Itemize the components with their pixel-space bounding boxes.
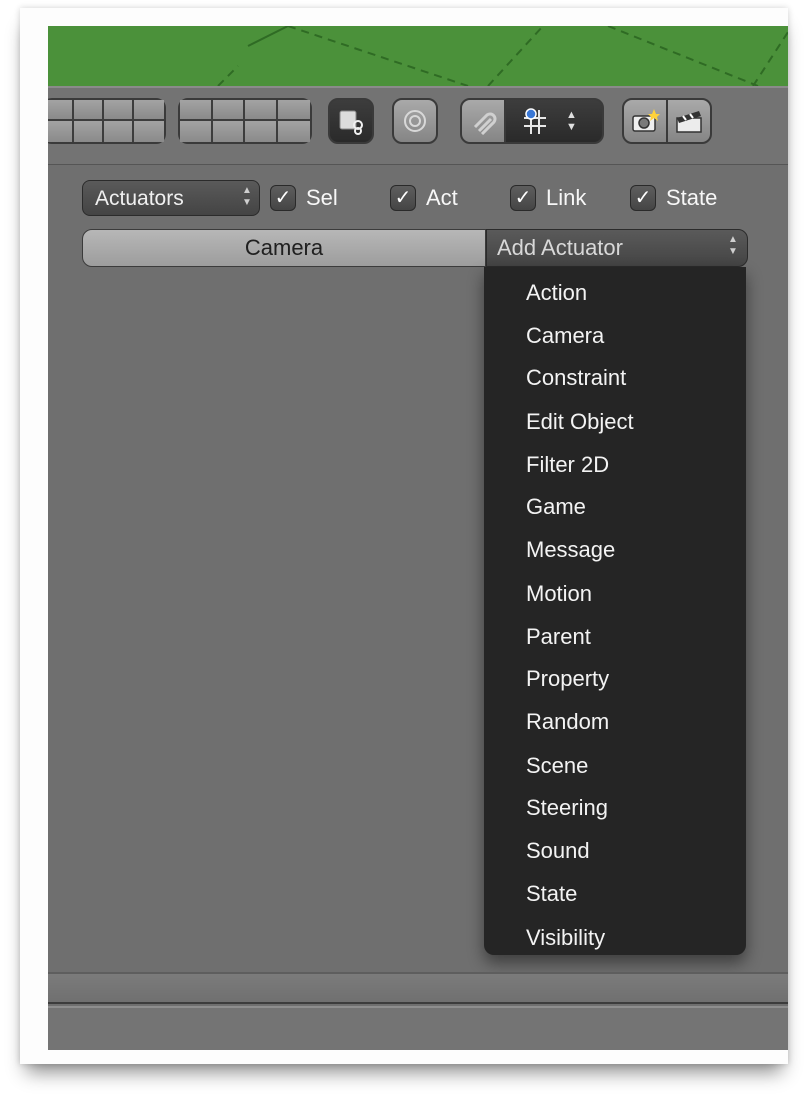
checkmark-icon: ✓ (510, 185, 536, 211)
link-label: Link (546, 185, 587, 210)
object-actuator-row: Camera Add Actuator ▲ ▼ (82, 229, 748, 267)
actuator-type-label: Actuators (95, 187, 184, 210)
panel-divider (48, 972, 788, 1004)
viewport-grid-lines (217, 26, 788, 86)
menu-item-steering[interactable]: Steering (526, 790, 736, 826)
add-actuator-label: Add Actuator (497, 235, 623, 260)
menu-item-filter-2d[interactable]: Filter 2D (526, 447, 736, 483)
act-checkbox[interactable]: ✓ Act (390, 182, 458, 214)
viewport-header-toolbar: ▲ ▼ (48, 86, 788, 165)
menu-item-state[interactable]: State (526, 876, 736, 912)
menu-item-edit-object[interactable]: Edit Object (526, 404, 736, 440)
menu-item-sound[interactable]: Sound (526, 833, 736, 869)
menu-item-message[interactable]: Message (526, 532, 736, 568)
snap-magnet-icon[interactable] (460, 98, 506, 144)
checkmark-icon: ✓ (630, 185, 656, 211)
act-label: Act (426, 185, 458, 210)
proportional-edit-icon[interactable] (392, 98, 438, 144)
link-checkbox[interactable]: ✓ Link (510, 182, 586, 214)
layers-grid-icon[interactable] (48, 98, 166, 144)
render-camera-icon[interactable] (622, 98, 668, 144)
actuator-type-dropdown[interactable]: Actuators ▲ ▼ (82, 180, 260, 216)
menu-item-scene[interactable]: Scene (526, 748, 736, 784)
menu-item-property[interactable]: Property (526, 661, 736, 697)
menu-item-camera[interactable]: Camera (526, 318, 736, 354)
state-label: State (666, 185, 718, 210)
checkmark-icon: ✓ (270, 185, 296, 211)
object-name-field[interactable]: Camera (82, 229, 486, 267)
state-checkbox[interactable]: ✓ State (630, 182, 717, 214)
sel-checkbox[interactable]: ✓ Sel (270, 182, 338, 214)
menu-item-parent[interactable]: Parent (526, 619, 736, 655)
menu-item-game[interactable]: Game (526, 489, 736, 525)
up-down-arrows-icon: ▲ ▼ (728, 234, 738, 257)
3d-viewport[interactable] (48, 26, 788, 86)
snap-grid-icon[interactable]: ▲ ▼ (504, 98, 604, 144)
checkmark-icon: ✓ (390, 185, 416, 211)
up-down-arrows-icon: ▲ ▼ (242, 185, 252, 208)
bottom-header (48, 1006, 788, 1050)
up-down-arrows-icon: ▲ ▼ (566, 109, 577, 133)
actuator-filter-row: Actuators ▲ ▼ ✓ Sel ✓ Act ✓ Link ✓ State (82, 178, 762, 218)
menu-item-action[interactable]: Action (526, 275, 736, 311)
blender-logic-editor: ▲ ▼ Actuators ▲ ▼ ✓ Sel ✓ Act ✓ Link ✓ S… (48, 26, 788, 1050)
add-actuator-dropdown[interactable]: Add Actuator ▲ ▼ (486, 229, 748, 267)
render-clapper-icon[interactable] (666, 98, 712, 144)
object-link-icon[interactable] (328, 98, 374, 144)
add-actuator-menu: Action Camera Constraint Edit Object Fil… (484, 267, 746, 955)
menu-item-constraint[interactable]: Constraint (526, 360, 736, 396)
menu-item-motion[interactable]: Motion (526, 576, 736, 612)
layers-grid-icon[interactable] (178, 98, 312, 144)
sel-label: Sel (306, 185, 338, 210)
menu-item-random[interactable]: Random (526, 704, 736, 740)
menu-item-visibility[interactable]: Visibility (526, 920, 736, 956)
